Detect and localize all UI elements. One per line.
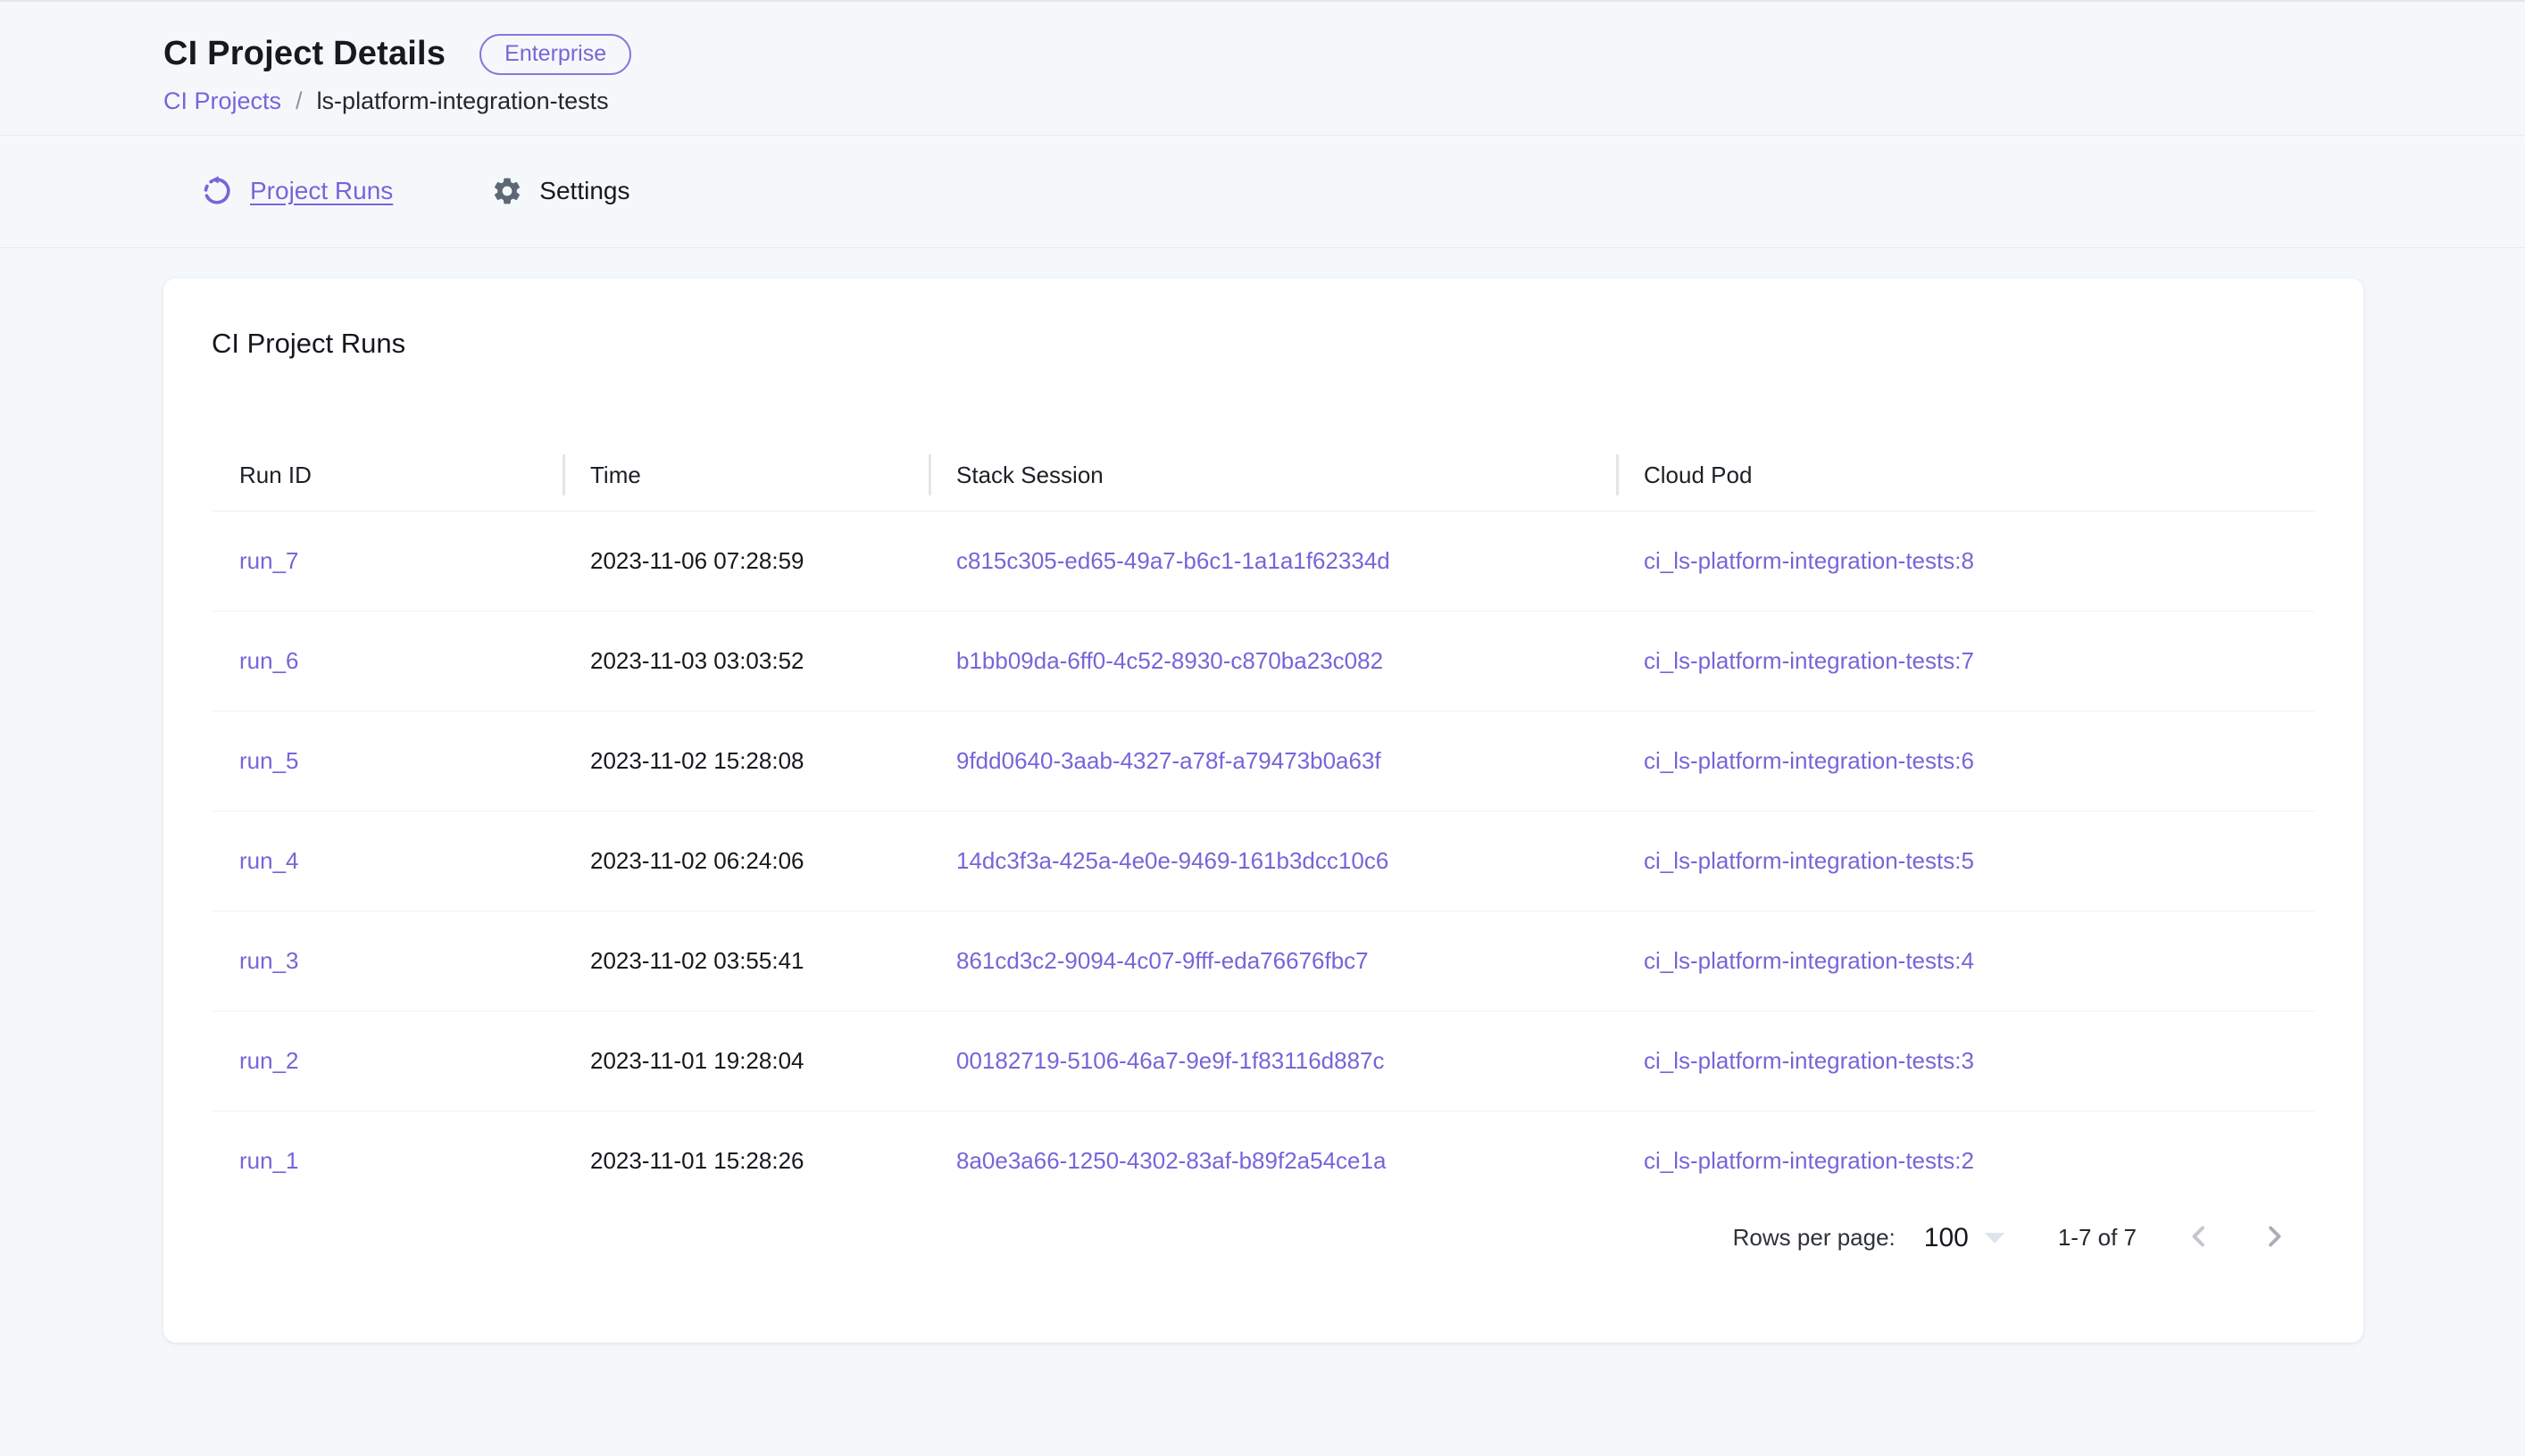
rows-per-page-value: 100 — [1924, 1223, 1969, 1253]
cloud-pod-link[interactable]: ci_ls-platform-integration-tests:3 — [1644, 1047, 1974, 1074]
next-page-button[interactable] — [2254, 1219, 2294, 1258]
runs-table: Run ID Time Stack Session Cloud Pod run_… — [212, 440, 2315, 1211]
table-row: run_7 2023-11-06 07:28:59 c815c305-ed65-… — [212, 512, 2315, 612]
run-id-link[interactable]: run_7 — [239, 547, 299, 574]
cloud-pod-cell: ci_ls-platform-integration-tests:2 — [1616, 1147, 2315, 1175]
table-row: run_5 2023-11-02 15:28:08 9fdd0640-3aab-… — [212, 711, 2315, 811]
cloud-pod-cell: ci_ls-platform-integration-tests:8 — [1616, 547, 2315, 575]
stack-session-cell: b1bb09da-6ff0-4c52-8930-c870ba23c082 — [929, 647, 1616, 675]
card-title: CI Project Runs — [212, 328, 2315, 360]
column-header-stack-session: Stack Session — [929, 462, 1616, 489]
tab-project-runs[interactable]: Project Runs — [202, 176, 393, 206]
tab-settings[interactable]: Settings — [491, 175, 629, 207]
chevron-left-icon — [2182, 1219, 2216, 1256]
run-time-cell: 2023-11-02 15:28:08 — [562, 747, 929, 775]
run-id-cell: run_7 — [212, 547, 562, 575]
cloud-pod-cell: ci_ls-platform-integration-tests:4 — [1616, 947, 2315, 975]
run-time-cell: 2023-11-02 06:24:06 — [562, 847, 929, 875]
tab-bar: Project Runs Settings — [0, 136, 2525, 248]
stack-session-cell: 00182719-5106-46a7-9e9f-1f83116d887c — [929, 1047, 1616, 1075]
page-title: CI Project Details — [163, 35, 446, 73]
stack-session-link[interactable]: 8a0e3a66-1250-4302-83af-b89f2a54ce1a — [956, 1147, 1386, 1174]
breadcrumb-parent-link[interactable]: CI Projects — [163, 87, 281, 115]
pagination-range-label: 1-7 of 7 — [2058, 1224, 2137, 1252]
run-id-link[interactable]: run_1 — [239, 1147, 299, 1174]
cloud-pod-link[interactable]: ci_ls-platform-integration-tests:4 — [1644, 947, 1974, 974]
run-id-cell: run_6 — [212, 647, 562, 675]
column-header-time: Time — [562, 462, 929, 489]
table-row: run_1 2023-11-01 15:28:26 8a0e3a66-1250-… — [212, 1111, 2315, 1211]
rows-per-page-select[interactable]: 100 — [1924, 1223, 2004, 1253]
cloud-pod-cell: ci_ls-platform-integration-tests:6 — [1616, 747, 2315, 775]
stack-session-cell: 8a0e3a66-1250-4302-83af-b89f2a54ce1a — [929, 1147, 1616, 1175]
stack-session-cell: 9fdd0640-3aab-4327-a78f-a79473b0a63f — [929, 747, 1616, 775]
table-body: run_7 2023-11-06 07:28:59 c815c305-ed65-… — [212, 512, 2315, 1211]
breadcrumb-current: ls-platform-integration-tests — [317, 87, 609, 115]
run-time-cell: 2023-11-02 03:55:41 — [562, 947, 929, 975]
enterprise-badge: Enterprise — [479, 34, 631, 75]
run-id-link[interactable]: run_5 — [239, 747, 299, 774]
stack-session-link[interactable]: 14dc3f3a-425a-4e0e-9469-161b3dcc10c6 — [956, 847, 1388, 874]
run-id-link[interactable]: run_4 — [239, 847, 299, 874]
table-row: run_3 2023-11-02 03:55:41 861cd3c2-9094-… — [212, 911, 2315, 1011]
run-id-cell: run_5 — [212, 747, 562, 775]
run-time-cell: 2023-11-01 15:28:26 — [562, 1147, 929, 1175]
cloud-pod-link[interactable]: ci_ls-platform-integration-tests:7 — [1644, 647, 1974, 674]
table-header-row: Run ID Time Stack Session Cloud Pod — [212, 440, 2315, 512]
previous-page-button[interactable] — [2179, 1219, 2219, 1258]
ci-project-runs-card: CI Project Runs Run ID Time Stack Sessio… — [163, 279, 2363, 1343]
column-header-run-id: Run ID — [212, 462, 562, 489]
chevron-right-icon — [2257, 1219, 2291, 1256]
run-id-link[interactable]: run_6 — [239, 647, 299, 674]
run-time-cell: 2023-11-03 03:03:52 — [562, 647, 929, 675]
dropdown-caret-icon — [1985, 1233, 2004, 1244]
run-id-link[interactable]: run_3 — [239, 947, 299, 974]
tab-project-runs-label: Project Runs — [250, 177, 393, 205]
gear-icon — [491, 175, 523, 207]
run-id-cell: run_4 — [212, 847, 562, 875]
run-id-cell: run_1 — [212, 1147, 562, 1175]
cloud-pod-link[interactable]: ci_ls-platform-integration-tests:5 — [1644, 847, 1974, 874]
run-id-cell: run_3 — [212, 947, 562, 975]
tab-settings-label: Settings — [539, 177, 629, 205]
stack-session-link[interactable]: 9fdd0640-3aab-4327-a78f-a79473b0a63f — [956, 747, 1381, 774]
cloud-pod-link[interactable]: ci_ls-platform-integration-tests:2 — [1644, 1147, 1974, 1174]
table-row: run_6 2023-11-03 03:03:52 b1bb09da-6ff0-… — [212, 612, 2315, 711]
cloud-pod-link[interactable]: ci_ls-platform-integration-tests:8 — [1644, 547, 1974, 574]
run-time-cell: 2023-11-06 07:28:59 — [562, 547, 929, 575]
page-header: CI Project Details Enterprise CI Project… — [0, 0, 2525, 136]
breadcrumb-separator: / — [296, 87, 303, 115]
breadcrumb: CI Projects / ls-platform-integration-te… — [163, 87, 2525, 115]
table-row: run_2 2023-11-01 19:28:04 00182719-5106-… — [212, 1011, 2315, 1111]
stack-session-cell: c815c305-ed65-49a7-b6c1-1a1a1f62334d — [929, 547, 1616, 575]
column-header-cloud-pod: Cloud Pod — [1616, 462, 2315, 489]
table-row: run_4 2023-11-02 06:24:06 14dc3f3a-425a-… — [212, 811, 2315, 911]
stack-session-link[interactable]: c815c305-ed65-49a7-b6c1-1a1a1f62334d — [956, 547, 1390, 574]
stack-session-link[interactable]: b1bb09da-6ff0-4c52-8930-c870ba23c082 — [956, 647, 1383, 674]
stack-session-link[interactable]: 861cd3c2-9094-4c07-9fff-eda76676fbc7 — [956, 947, 1369, 974]
pagination-bar: Rows per page: 100 1-7 of 7 — [163, 1211, 2363, 1265]
history-icon — [202, 176, 232, 206]
run-time-cell: 2023-11-01 19:28:04 — [562, 1047, 929, 1075]
cloud-pod-link[interactable]: ci_ls-platform-integration-tests:6 — [1644, 747, 1974, 774]
run-id-cell: run_2 — [212, 1047, 562, 1075]
cloud-pod-cell: ci_ls-platform-integration-tests:3 — [1616, 1047, 2315, 1075]
cloud-pod-cell: ci_ls-platform-integration-tests:7 — [1616, 647, 2315, 675]
cloud-pod-cell: ci_ls-platform-integration-tests:5 — [1616, 847, 2315, 875]
stack-session-link[interactable]: 00182719-5106-46a7-9e9f-1f83116d887c — [956, 1047, 1385, 1074]
rows-per-page-label: Rows per page: — [1733, 1224, 1896, 1252]
stack-session-cell: 14dc3f3a-425a-4e0e-9469-161b3dcc10c6 — [929, 847, 1616, 875]
stack-session-cell: 861cd3c2-9094-4c07-9fff-eda76676fbc7 — [929, 947, 1616, 975]
run-id-link[interactable]: run_2 — [239, 1047, 299, 1074]
